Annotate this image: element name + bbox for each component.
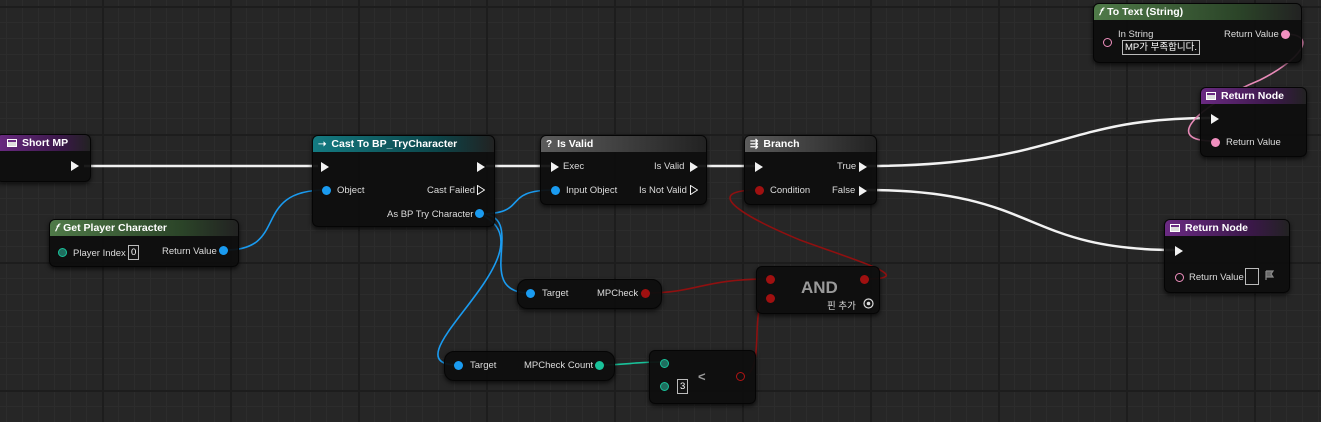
graph-box-icon — [7, 139, 17, 147]
cast-exec-out-pin[interactable] — [477, 162, 485, 172]
player-index-pin[interactable] — [58, 248, 67, 257]
return-node-bottom-value-input[interactable] — [1245, 268, 1259, 285]
bool-wire-mpcheck-and — [643, 278, 771, 294]
mpcheck-output-pin[interactable] — [641, 289, 650, 298]
return-node-top[interactable]: Return Node Return Value — [1200, 87, 1307, 157]
is-valid-title: Is Valid — [557, 138, 594, 150]
cast-object-pin[interactable] — [322, 186, 331, 195]
mpcheck-count-target-pin[interactable] — [454, 361, 463, 370]
get-player-return-pin[interactable] — [219, 246, 228, 255]
return-node-bottom-value-label: Return Value — [1189, 272, 1244, 283]
is-valid-exec-in-pin[interactable] — [551, 162, 559, 172]
less-operator: < — [698, 369, 706, 384]
and-add-pin-label[interactable]: 핀 추가 — [827, 298, 856, 312]
is-valid-node[interactable]: ? Is Valid Exec Is Valid Input Object Is … — [540, 135, 707, 205]
branch-condition-pin[interactable] — [755, 186, 764, 195]
cast-failed-pin[interactable] — [477, 185, 485, 195]
cast-title: Cast To BP_TryCharacter — [331, 138, 458, 150]
short-mp-exec-out-pin[interactable] — [71, 161, 79, 171]
plus-circle-icon[interactable] — [863, 298, 874, 309]
cast-failed-label: Cast Failed — [427, 185, 476, 196]
less-input-b-value[interactable]: 3 — [677, 379, 689, 394]
less-output-pin[interactable] — [736, 372, 745, 381]
branch-exec-in-pin[interactable] — [755, 162, 763, 172]
mpcheck-output-label: MPCheck — [597, 288, 639, 299]
cast-as-label: As BP Try Character — [387, 209, 474, 220]
branch-false-pin[interactable] — [859, 186, 867, 196]
flag-icon — [1265, 270, 1275, 280]
branch-condition-label: Condition — [770, 185, 811, 196]
to-text-return-pin[interactable] — [1281, 30, 1290, 39]
cast-node[interactable]: ➝ Cast To BP_TryCharacter Object Cast Fai… — [312, 135, 495, 227]
to-text-title: To Text (String) — [1107, 6, 1184, 18]
return-node-bottom-value-pin[interactable] — [1175, 273, 1184, 282]
player-index-input[interactable]: 0 — [128, 245, 140, 260]
question-icon: ? — [546, 139, 553, 150]
to-text-in-string-label: In String — [1118, 29, 1154, 40]
to-text-in-string-input[interactable]: MP가 부족합니다. — [1122, 40, 1200, 55]
short-mp-title: Short MP — [22, 137, 69, 149]
get-mpcheck-count-node[interactable]: Target MPCheck Count — [444, 351, 615, 381]
branch-node[interactable]: ⇶ Branch True Condition False — [744, 135, 877, 205]
is-valid-input-label: Input Object — [566, 185, 618, 196]
function-f-icon: 𝑓 — [55, 223, 59, 234]
get-player-character-node[interactable]: 𝑓 Get Player Character Player Index 0 Ret… — [49, 219, 239, 267]
object-wire-cast-mpcount — [437, 213, 502, 366]
to-text-in-string-pin[interactable] — [1103, 38, 1112, 47]
return-node-bottom-exec-pin[interactable] — [1175, 246, 1183, 256]
cast-arrow-icon: ➝ — [318, 139, 327, 150]
and-node[interactable]: AND 핀 추가 — [756, 266, 880, 314]
return-node-top-exec-pin[interactable] — [1211, 114, 1219, 124]
return-node-bottom-title: Return Node — [1185, 222, 1248, 234]
graph-box-icon — [1206, 92, 1216, 100]
get-mpcheck-node[interactable]: Target MPCheck — [517, 279, 662, 309]
mpcheck-count-target-label: Target — [470, 360, 497, 371]
mpcheck-target-label: Target — [542, 288, 569, 299]
branch-true-label: True — [837, 161, 857, 172]
cast-exec-in-pin[interactable] — [321, 162, 329, 172]
exec-wire-true-return — [865, 116, 1211, 168]
and-input-a-pin[interactable] — [766, 275, 775, 284]
cast-as-pin[interactable] — [475, 209, 484, 218]
short-mp-node[interactable]: Short MP — [0, 134, 91, 182]
to-text-return-label: Return Value — [1224, 29, 1279, 40]
branch-title: Branch — [763, 138, 800, 150]
is-valid-input-pin[interactable] — [551, 186, 560, 195]
to-text-node[interactable]: 𝑓 To Text (String) In String MP가 부족합니다. R… — [1093, 3, 1302, 63]
branch-false-label: False — [832, 185, 856, 196]
return-node-top-title: Return Node — [1221, 90, 1284, 102]
branch-icon: ⇶ — [750, 139, 759, 150]
branch-true-pin[interactable] — [859, 162, 867, 172]
is-not-valid-pin[interactable] — [690, 185, 698, 195]
player-index-label: Player Index — [73, 248, 126, 259]
mpcheck-count-output-label: MPCheck Count — [524, 360, 594, 371]
and-input-b-pin[interactable] — [766, 294, 775, 303]
exec-wire-false-return — [865, 188, 1177, 252]
is-valid-exec-label: Exec — [563, 161, 585, 172]
and-output-pin[interactable] — [860, 275, 869, 284]
and-title: AND — [801, 278, 838, 297]
less-than-node[interactable]: 3 < — [649, 350, 756, 404]
return-node-bottom[interactable]: Return Node Return Value — [1164, 219, 1290, 293]
is-valid-true-pin[interactable] — [690, 162, 698, 172]
get-player-character-title: Get Player Character — [63, 222, 168, 234]
return-node-top-value-label: Return Value — [1226, 137, 1281, 148]
get-player-return-label: Return Value — [162, 246, 217, 257]
cast-object-label: Object — [337, 185, 365, 196]
object-wire-player-cast — [225, 189, 327, 251]
function-f-icon: 𝑓 — [1099, 7, 1103, 18]
return-node-top-value-pin[interactable] — [1211, 138, 1220, 147]
graph-box-icon — [1170, 224, 1180, 232]
mpcheck-count-output-pin[interactable] — [595, 361, 604, 370]
is-valid-true-label: Is Valid — [654, 161, 685, 172]
less-input-a-pin[interactable] — [660, 359, 669, 368]
is-valid-false-label: Is Not Valid — [639, 185, 687, 196]
mpcheck-target-pin[interactable] — [526, 289, 535, 298]
less-input-b-pin[interactable] — [660, 382, 669, 391]
